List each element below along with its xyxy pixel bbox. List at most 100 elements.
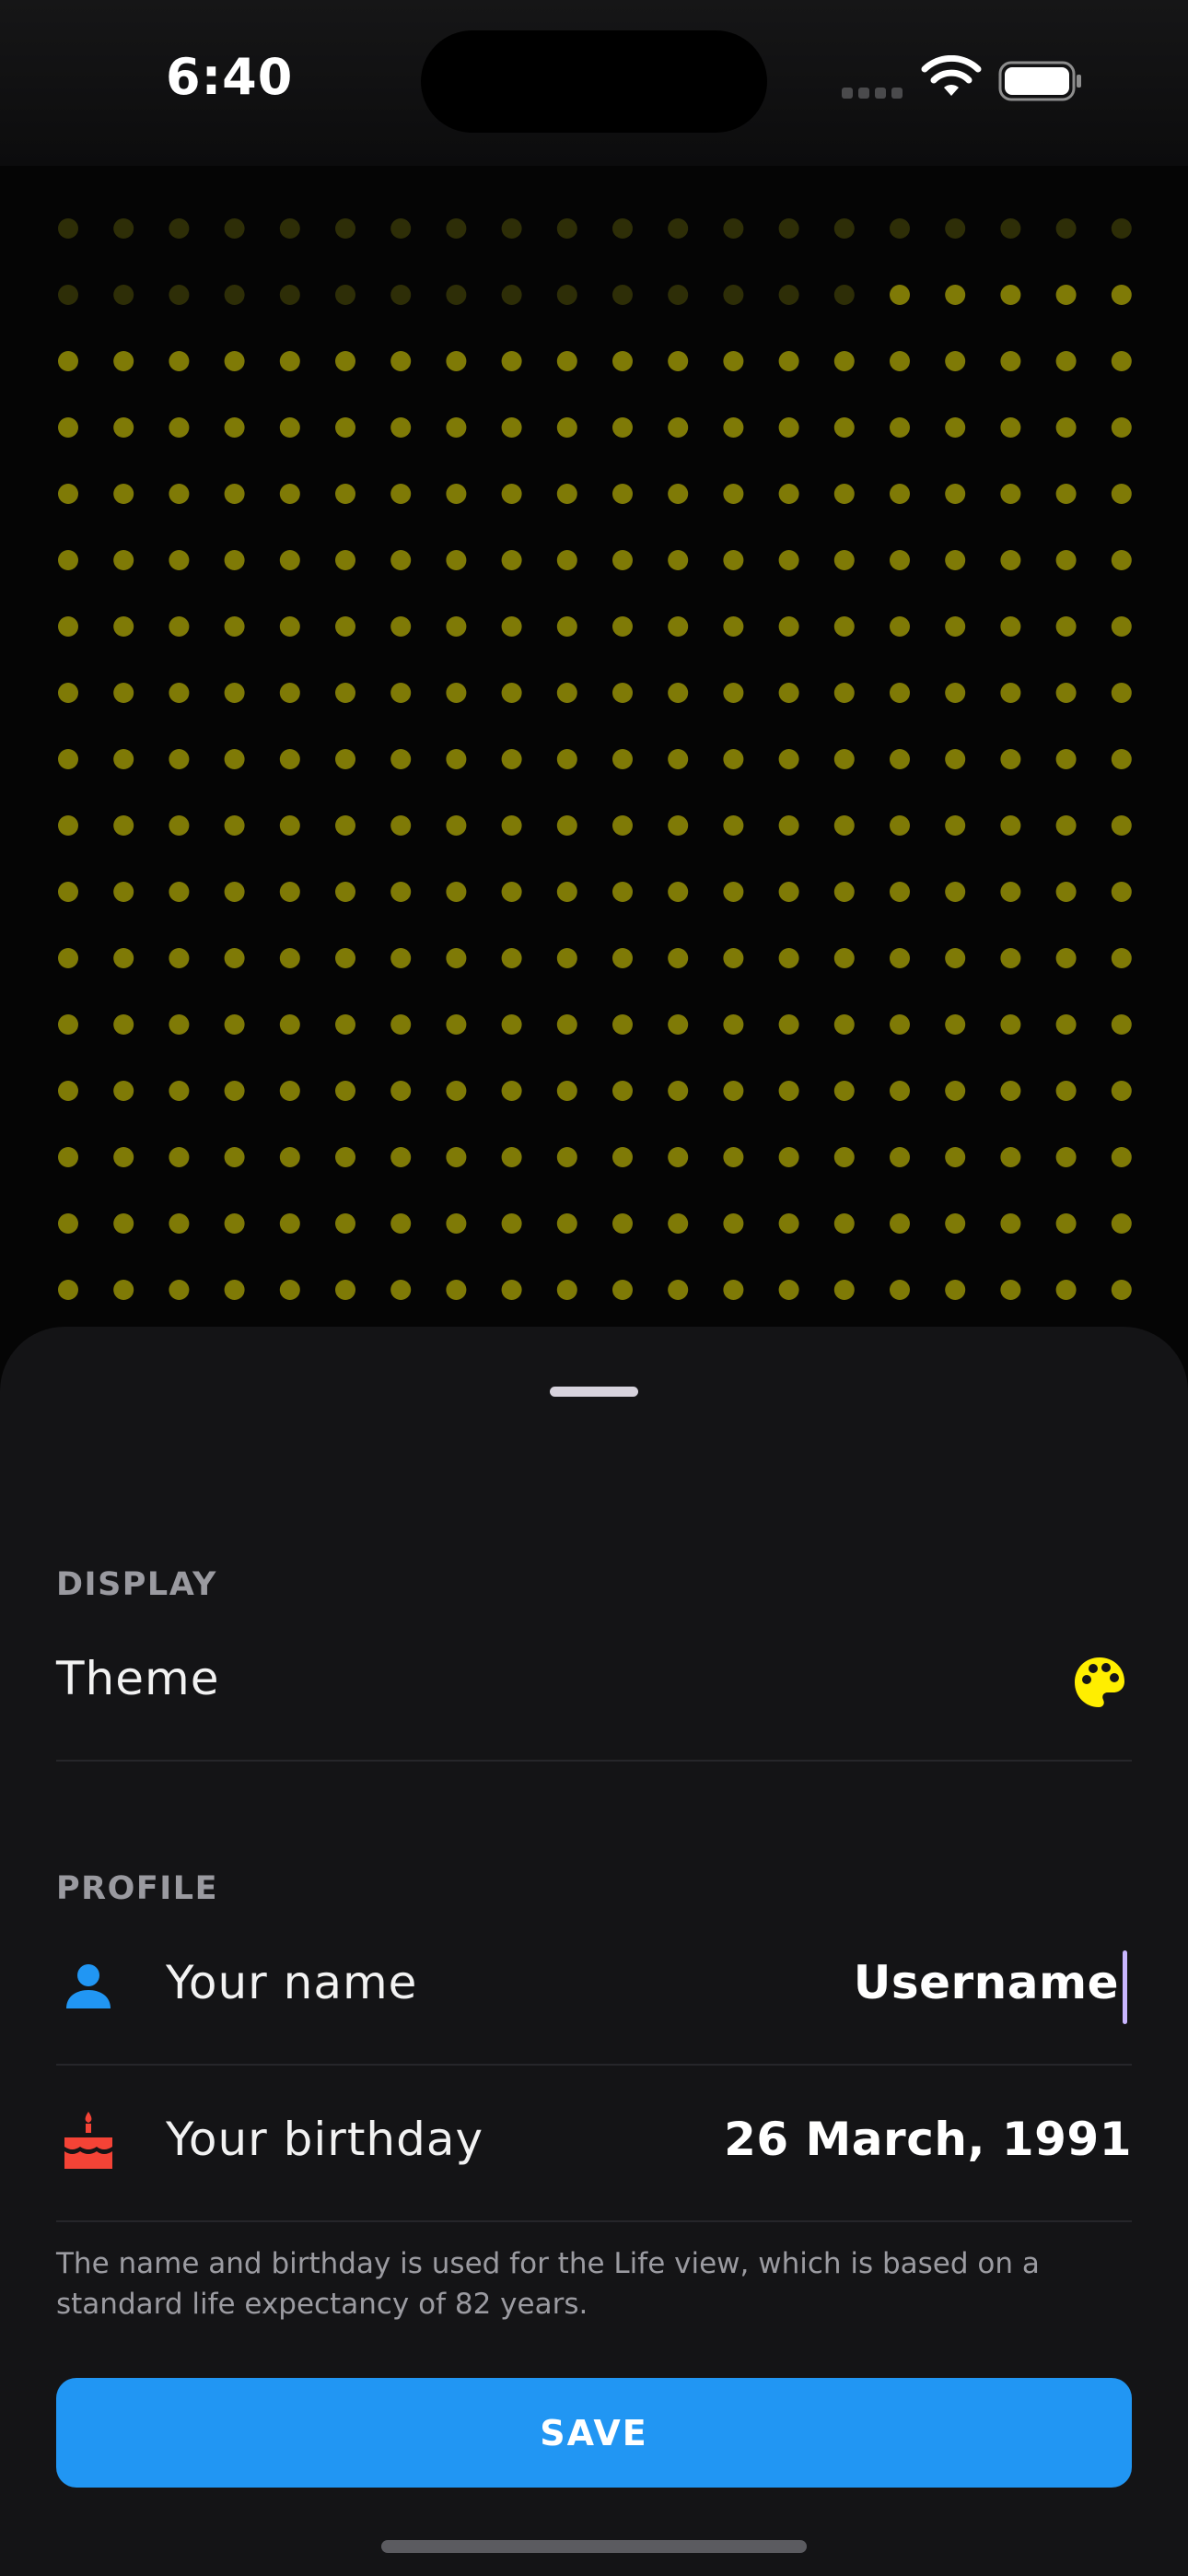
text-cursor: [1123, 1950, 1127, 2024]
grid-dot: [279, 550, 300, 570]
grid-dot-elapsed: [778, 285, 799, 305]
grid-dot: [446, 1280, 467, 1300]
grid-dot: [1000, 749, 1021, 769]
grid-dot: [58, 948, 78, 968]
grid-dot-elapsed: [279, 218, 300, 239]
grid-dot: [1000, 285, 1021, 305]
grid-dot: [169, 616, 190, 637]
grid-dot-elapsed: [390, 218, 412, 239]
grid-dot: [501, 1280, 522, 1300]
grid-dot: [668, 749, 689, 769]
grid-dot: [169, 417, 190, 438]
grid-dot-elapsed: [612, 285, 633, 305]
grid-dot-elapsed: [1000, 218, 1021, 239]
grid-dot-elapsed: [501, 218, 522, 239]
grid-dot: [778, 484, 799, 504]
grid-dot: [612, 1014, 633, 1035]
grid-dot: [169, 882, 190, 902]
grid-dot: [668, 1147, 689, 1167]
grid-dot: [1000, 948, 1021, 968]
grid-dot: [556, 882, 577, 902]
grid-dot: [945, 285, 966, 305]
grid-dot: [446, 417, 467, 438]
grid-dot: [1055, 550, 1077, 570]
grid-dot: [556, 1213, 577, 1234]
grid-dot: [1000, 351, 1021, 371]
grid-dot: [1111, 815, 1132, 836]
grid-dot: [668, 815, 689, 836]
grid-dot: [556, 683, 577, 703]
grid-dot-elapsed: [335, 285, 355, 305]
grid-dot: [612, 1081, 633, 1101]
grid-dot: [446, 1014, 467, 1035]
grid-dot: [1000, 616, 1021, 637]
grid-dot: [279, 1280, 300, 1300]
grid-dot: [1055, 1147, 1077, 1167]
grid-dot: [279, 616, 300, 637]
grid-dot: [890, 550, 910, 570]
grid-dot: [169, 948, 190, 968]
grid-dot: [279, 484, 300, 504]
grid-dot: [723, 1213, 744, 1234]
grid-dot: [390, 1213, 412, 1234]
grid-dot: [1000, 417, 1021, 438]
grid-dot: [113, 749, 134, 769]
grid-dot-elapsed: [113, 285, 134, 305]
grid-dot: [1055, 484, 1077, 504]
grid-dot: [390, 815, 412, 836]
grid-dot-elapsed: [169, 285, 190, 305]
name-input[interactable]: Username: [854, 1956, 1119, 2009]
sheet-grabber[interactable]: [550, 1387, 638, 1397]
grid-dot: [390, 1081, 412, 1101]
grid-dot: [335, 1213, 355, 1234]
grid-dot: [1000, 683, 1021, 703]
grid-dot: [668, 1081, 689, 1101]
save-button[interactable]: SAVE: [56, 2378, 1132, 2488]
grid-dot: [169, 484, 190, 504]
grid-dot: [58, 1213, 78, 1234]
grid-dot: [224, 1213, 245, 1234]
grid-dot: [778, 1213, 799, 1234]
grid-dot: [446, 1213, 467, 1234]
grid-dot: [279, 749, 300, 769]
grid-dot: [335, 351, 355, 371]
grid-dot: [556, 948, 577, 968]
display-section-title: DISPLAY: [56, 1566, 217, 1603]
grid-dot-elapsed: [668, 285, 689, 305]
birthday-value[interactable]: 26 March, 1991: [724, 2113, 1132, 2166]
grid-dot-elapsed: [446, 218, 467, 239]
grid-dot-elapsed: [945, 218, 966, 239]
profile-section-title: PROFILE: [56, 1870, 218, 1907]
grid-dot: [113, 948, 134, 968]
grid-dot: [446, 484, 467, 504]
grid-dot: [612, 351, 633, 371]
grid-dot: [778, 749, 799, 769]
grid-dot: [113, 1213, 134, 1234]
grid-dot: [1000, 1014, 1021, 1035]
palette-icon[interactable]: [1073, 1656, 1126, 1709]
grid-dot: [945, 683, 966, 703]
grid-dot: [612, 484, 633, 504]
grid-dot-elapsed: [668, 218, 689, 239]
grid-dot: [890, 948, 910, 968]
grid-dot: [335, 683, 355, 703]
grid-dot: [556, 1147, 577, 1167]
grid-dot: [113, 1081, 134, 1101]
grid-dot: [723, 882, 744, 902]
grid-dot: [113, 616, 134, 637]
grid-dot: [833, 1014, 855, 1035]
grid-dot: [612, 815, 633, 836]
grid-dot: [279, 1014, 300, 1035]
grid-dot: [1000, 550, 1021, 570]
grid-dot: [890, 683, 910, 703]
grid-dot: [668, 1280, 689, 1300]
grid-dot: [58, 550, 78, 570]
grid-dot: [612, 1280, 633, 1300]
grid-dot-elapsed: [833, 218, 855, 239]
home-indicator: [381, 2540, 807, 2553]
grid-dot: [612, 550, 633, 570]
grid-dot: [723, 1014, 744, 1035]
grid-dot: [833, 1081, 855, 1101]
grid-dot: [224, 882, 245, 902]
grid-dot: [556, 550, 577, 570]
